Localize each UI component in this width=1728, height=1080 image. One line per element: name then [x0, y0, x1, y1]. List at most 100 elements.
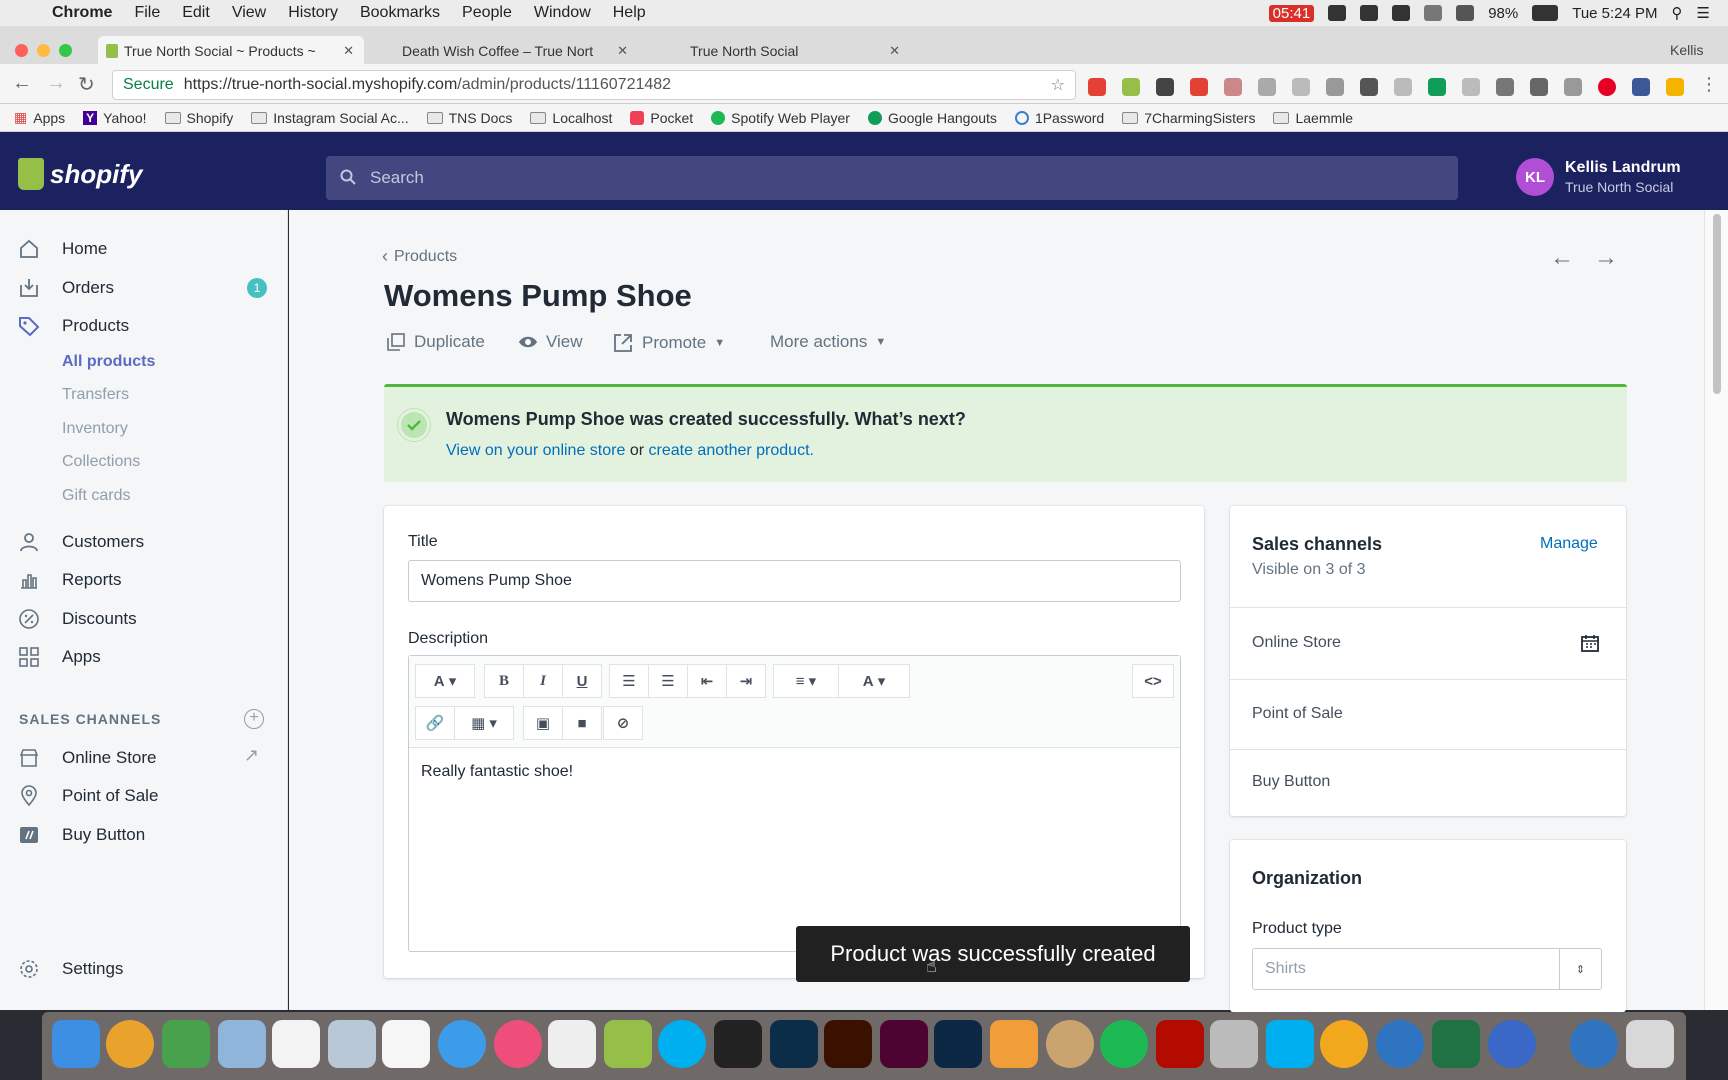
hangouts-extension-icon[interactable] — [1428, 78, 1446, 96]
onepassword-icon[interactable] — [1392, 5, 1411, 21]
create-another-product-link[interactable]: create another product. — [649, 442, 814, 459]
insert-video-button[interactable]: ■ — [562, 706, 602, 740]
bullet-list-button[interactable]: ☰ — [609, 664, 649, 698]
back-icon[interactable]: ← — [12, 72, 32, 95]
extension-icon[interactable] — [1292, 78, 1310, 96]
activity-monitor-dock-icon[interactable] — [714, 1020, 762, 1068]
extension-icon[interactable] — [1326, 78, 1344, 96]
close-tab-icon[interactable]: ✕ — [343, 43, 354, 59]
previous-product-arrow-icon[interactable]: ← — [1550, 244, 1574, 272]
menu-view[interactable]: View — [232, 4, 266, 22]
textedit-dock-icon[interactable] — [548, 1020, 596, 1068]
battery-icon[interactable] — [1532, 5, 1559, 21]
add-channel-icon[interactable]: + — [244, 709, 264, 729]
lightroom-dock-icon[interactable] — [934, 1020, 982, 1068]
sidebar-sub-all-products[interactable]: All products — [62, 353, 155, 371]
notification-center-icon[interactable]: ☰ — [1697, 4, 1710, 22]
shopify-logo[interactable]: shopify — [18, 158, 142, 190]
menu-edit[interactable]: Edit — [182, 4, 210, 22]
manage-link[interactable]: Manage — [1540, 535, 1598, 553]
extension-icon[interactable] — [1394, 78, 1412, 96]
pocket-extension-icon[interactable] — [1360, 78, 1378, 96]
menu-people[interactable]: People — [462, 4, 512, 22]
spotlight-icon[interactable]: ⚲ — [1672, 4, 1683, 22]
sidebar-item-discounts[interactable]: Discounts — [18, 605, 137, 633]
sidebar-item-settings[interactable]: Settings — [18, 955, 123, 983]
extension-icon[interactable] — [1190, 78, 1208, 96]
bookmark-hangouts[interactable]: Google Hangouts — [867, 110, 997, 126]
reeder-dock-icon[interactable] — [1488, 1020, 1536, 1068]
status-icon[interactable] — [1328, 5, 1347, 21]
bookmark-yahoo[interactable]: Y Yahoo! — [83, 110, 147, 126]
underline-button[interactable]: U — [562, 664, 602, 698]
user-name[interactable]: Kellis Landrum — [1565, 159, 1681, 177]
close-window-button[interactable] — [15, 44, 28, 57]
outdent-button[interactable]: ⇤ — [687, 664, 727, 698]
menu-app[interactable]: Chrome — [52, 4, 112, 22]
onepassword-mini-dock-icon[interactable] — [1570, 1020, 1618, 1068]
bookmark-shopify[interactable]: Shopify — [164, 110, 233, 126]
reload-icon[interactable]: ↻ — [78, 72, 95, 97]
finder-dock-icon[interactable] — [52, 1020, 100, 1068]
tab-death-wish-coffee[interactable]: Death Wish Coffee – True Nort ✕ — [376, 36, 638, 66]
clear-formatting-button[interactable]: ⊘ — [603, 706, 643, 740]
bookmark-star-icon[interactable]: ☆ — [1051, 75, 1065, 95]
menu-file[interactable]: File — [134, 4, 160, 22]
menu-help[interactable]: Help — [613, 4, 646, 22]
search-input[interactable]: Search — [326, 156, 1458, 200]
bookmark-1password[interactable]: 1Password — [1014, 110, 1104, 126]
menu-history[interactable]: History — [288, 4, 338, 22]
sublime-dock-icon[interactable] — [990, 1020, 1038, 1068]
indesign-dock-icon[interactable] — [880, 1020, 928, 1068]
insert-image-button[interactable]: ▣ — [523, 706, 563, 740]
sidebar-item-apps[interactable]: Apps — [18, 643, 101, 671]
sidebar-item-home[interactable]: Home — [18, 235, 107, 263]
html-source-button[interactable]: <> — [1132, 664, 1174, 698]
extension-icon[interactable] — [1462, 78, 1480, 96]
title-input[interactable]: Womens Pump Shoe — [408, 560, 1181, 602]
chat-dock-icon[interactable] — [1320, 1020, 1368, 1068]
wifi-icon[interactable] — [1456, 5, 1475, 21]
color-picker-dock-icon[interactable] — [1046, 1020, 1094, 1068]
sidebar-item-customers[interactable]: Customers — [18, 528, 144, 556]
tab-true-north-social[interactable]: True North Social ✕ — [650, 36, 910, 66]
bookmark-localhost[interactable]: Localhost — [530, 110, 612, 126]
sidebar-sub-gift-cards[interactable]: Gift cards — [62, 487, 130, 505]
align-button[interactable]: ≡ ▾ — [773, 664, 839, 698]
onepassword-dock-icon[interactable] — [1376, 1020, 1424, 1068]
scrollbar-thumb[interactable] — [1713, 214, 1721, 394]
photoshop-dock-icon[interactable] — [770, 1020, 818, 1068]
view-online-store-link[interactable]: View on your online store — [446, 442, 625, 459]
illustrator-dock-icon[interactable] — [824, 1020, 872, 1068]
preview-dock-icon[interactable] — [218, 1020, 266, 1068]
font-format-button[interactable]: A ▾ — [415, 664, 475, 698]
sidebar-item-buy-button[interactable]: Buy Button — [18, 821, 145, 849]
text-color-button[interactable]: A ▾ — [838, 664, 910, 698]
close-tab-icon[interactable]: ✕ — [889, 43, 900, 59]
insert-table-button[interactable]: ▦ ▾ — [454, 706, 514, 740]
bold-button[interactable]: B — [484, 664, 524, 698]
calendar-icon[interactable] — [1580, 633, 1600, 653]
skype-dock-icon[interactable] — [658, 1020, 706, 1068]
bookmark-7charming[interactable]: 7CharmingSisters — [1122, 110, 1255, 126]
bookmark-tns-docs[interactable]: TNS Docs — [426, 110, 512, 126]
onepassword-extension-icon[interactable] — [1530, 78, 1548, 96]
menu-bookmarks[interactable]: Bookmarks — [360, 4, 440, 22]
evernote-dock-icon[interactable] — [162, 1020, 210, 1068]
zoom-window-button[interactable] — [59, 44, 72, 57]
numbered-list-button[interactable]: ☰ — [648, 664, 688, 698]
duplicate-button[interactable]: Duplicate — [386, 332, 485, 352]
chrome-dock-icon[interactable] — [106, 1020, 154, 1068]
extension-icon[interactable] — [1224, 78, 1242, 96]
spotify-dock-icon[interactable] — [1100, 1020, 1148, 1068]
skitch-dock-icon[interactable] — [1266, 1020, 1314, 1068]
extension-icon[interactable] — [1666, 78, 1684, 96]
photos-dock-icon[interactable] — [328, 1020, 376, 1068]
insert-link-button[interactable]: 🔗 — [415, 706, 455, 740]
itunes-dock-icon[interactable] — [494, 1020, 542, 1068]
acrobat-dock-icon[interactable] — [1156, 1020, 1204, 1068]
sidebar-item-orders[interactable]: Orders — [18, 274, 114, 302]
camera-extension-icon[interactable] — [1564, 78, 1582, 96]
chrome-menu-icon[interactable]: ⋮ — [1700, 74, 1718, 95]
sidebar-sub-transfers[interactable]: Transfers — [62, 386, 129, 404]
